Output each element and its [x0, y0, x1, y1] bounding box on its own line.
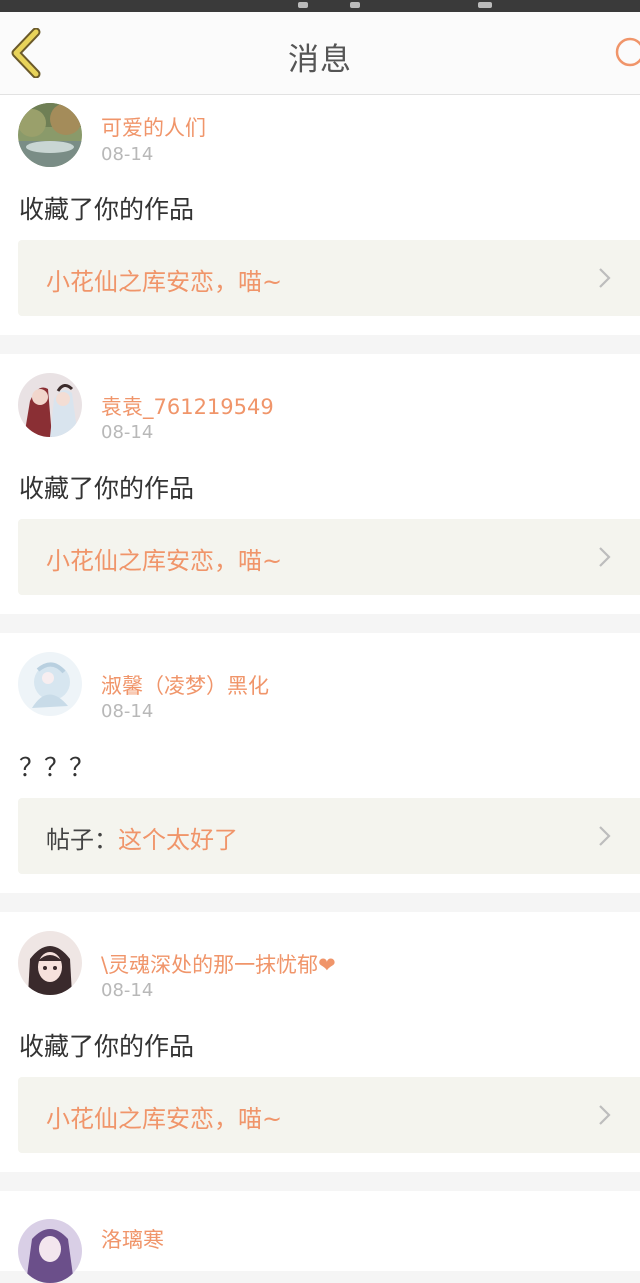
- avatar[interactable]: [18, 373, 82, 437]
- divider: [0, 893, 640, 912]
- referenced-post[interactable]: 帖子：这个太好了: [18, 798, 640, 874]
- status-icon: [478, 2, 492, 8]
- page-title: 消息: [288, 42, 352, 78]
- chevron-right-icon: [599, 826, 611, 846]
- post-title: 这个太好了: [118, 826, 238, 854]
- divider: [0, 335, 640, 354]
- referenced-work-title: 小花仙之库安恋，喵~: [46, 1105, 283, 1133]
- nav-bar: 消息: [0, 12, 640, 95]
- status-icon: [298, 2, 308, 8]
- username[interactable]: 可爱的人们: [101, 112, 206, 142]
- message-date: 08-14: [101, 144, 154, 165]
- referenced-work-title: 小花仙之库安恋，喵~: [46, 268, 283, 296]
- message-item: 淑馨（凌梦）黑化 08-14 ？？？ 帖子：这个太好了: [0, 633, 640, 893]
- message-list: 可爱的人们 08-14 收藏了你的作品 小花仙之库安恋，喵~ 袁袁_761219…: [0, 95, 640, 1283]
- message-date: 08-14: [101, 980, 154, 1001]
- username[interactable]: 淑馨（凌梦）黑化: [101, 670, 269, 700]
- chevron-right-icon: [599, 547, 611, 567]
- avatar[interactable]: [18, 931, 82, 995]
- username[interactable]: 洛璃寒: [101, 1224, 164, 1254]
- referenced-work[interactable]: 小花仙之库安恋，喵~: [18, 1077, 640, 1153]
- divider: [0, 614, 640, 633]
- avatar[interactable]: [18, 1219, 82, 1283]
- message-item: 袁袁_761219549 08-14 收藏了你的作品 小花仙之库安恋，喵~: [0, 354, 640, 614]
- message-text: 收藏了你的作品: [19, 474, 195, 503]
- message-item: 可爱的人们 08-14 收藏了你的作品 小花仙之库安恋，喵~: [0, 95, 640, 335]
- avatar[interactable]: [18, 652, 82, 716]
- refresh-icon: [615, 37, 640, 67]
- referenced-work[interactable]: 小花仙之库安恋，喵~: [18, 519, 640, 595]
- chevron-right-icon: [599, 1105, 611, 1125]
- message-text: 收藏了你的作品: [19, 1032, 195, 1061]
- avatar[interactable]: [18, 103, 82, 167]
- username[interactable]: \灵魂深处的那一抹忧郁❤: [101, 949, 336, 979]
- message-date: 08-14: [101, 422, 154, 443]
- divider: [0, 1172, 640, 1191]
- status-bar: [0, 0, 640, 12]
- message-date: 08-14: [101, 701, 154, 722]
- status-icon: [350, 2, 360, 8]
- message-text: ？？？: [19, 753, 95, 782]
- message-item: \灵魂深处的那一抹忧郁❤ 08-14 收藏了你的作品 小花仙之库安恋，喵~: [0, 912, 640, 1172]
- refresh-button[interactable]: [614, 36, 640, 76]
- chevron-right-icon: [599, 268, 611, 288]
- referenced-post-text: 帖子：这个太好了: [46, 820, 238, 855]
- post-prefix: 帖子：: [46, 826, 118, 854]
- message-text: 收藏了你的作品: [19, 195, 195, 224]
- message-item: 洛璃寒: [0, 1191, 640, 1283]
- referenced-work-title: 小花仙之库安恋，喵~: [46, 547, 283, 575]
- username[interactable]: 袁袁_761219549: [101, 391, 274, 421]
- referenced-work[interactable]: 小花仙之库安恋，喵~: [18, 240, 640, 316]
